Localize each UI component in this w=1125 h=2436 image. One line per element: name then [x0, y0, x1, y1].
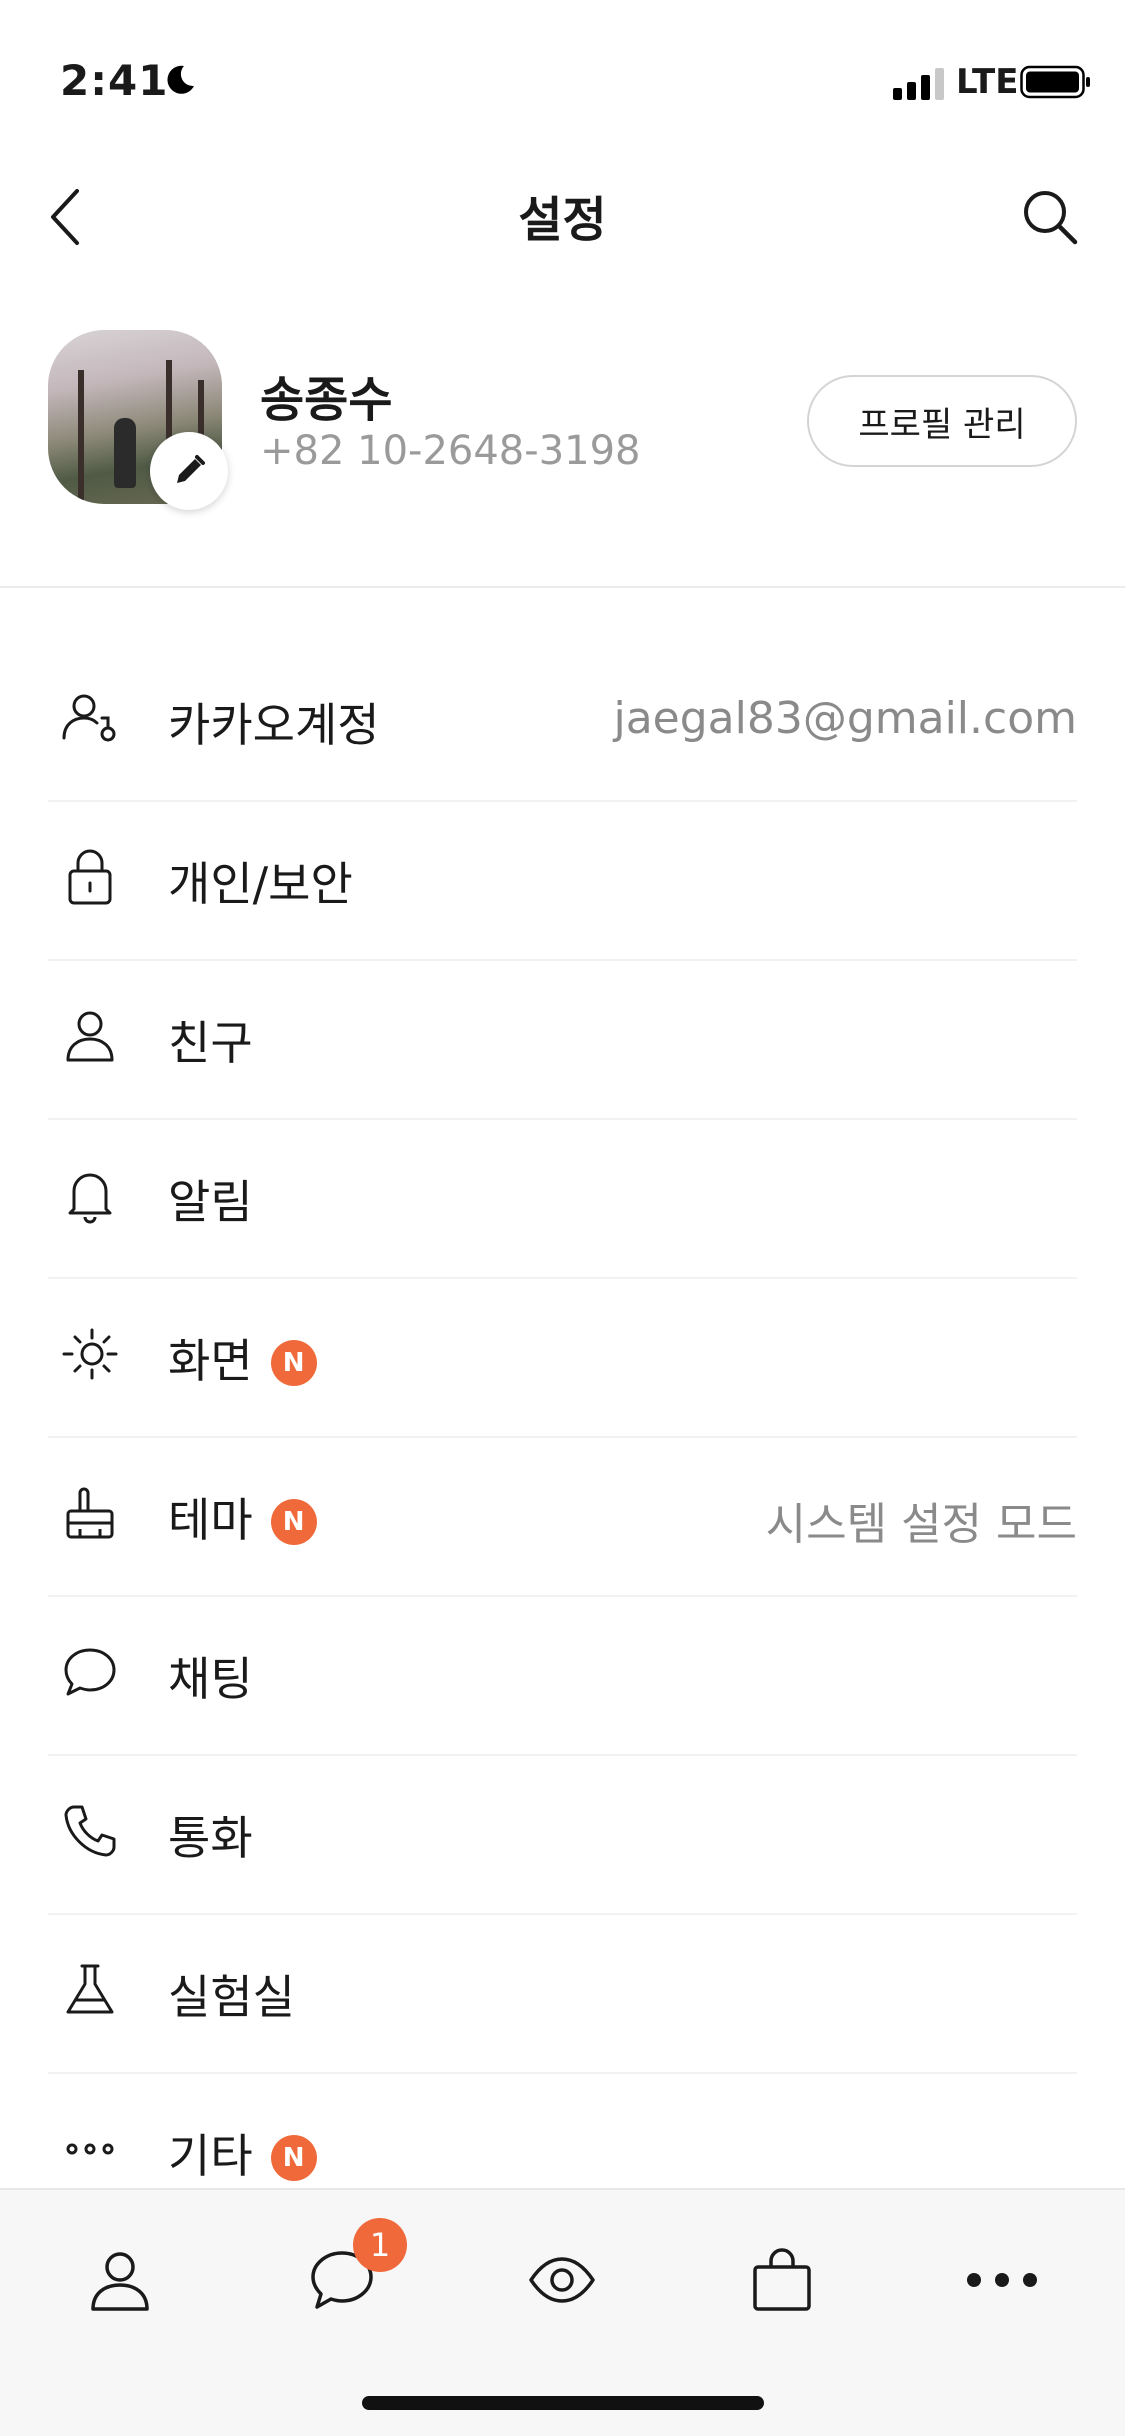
setting-label: 통화	[168, 1811, 253, 1865]
setting-label: 알림	[168, 1175, 253, 1229]
battery-icon	[1020, 65, 1090, 99]
home-indicator	[362, 2396, 764, 2410]
new-badge: N	[270, 2135, 317, 2181]
setting-label-text: 화면	[168, 1334, 253, 1388]
phone-icon	[64, 1805, 116, 1857]
new-badge: N	[270, 1499, 317, 1545]
unread-badge: 1	[353, 2218, 407, 2272]
setting-label: 기타 N	[168, 2120, 317, 2186]
flask-icon	[66, 1964, 114, 2014]
setting-label: 테마 N	[168, 1484, 317, 1550]
search-button[interactable]	[1015, 182, 1085, 252]
new-badge: N	[270, 1340, 317, 1386]
account-icon	[62, 694, 116, 742]
setting-value: 시스템 설정 모드	[765, 1499, 1077, 1550]
moon-icon	[167, 65, 194, 94]
shopping-tab-icon	[753, 2248, 811, 2311]
theme-icon	[66, 1487, 114, 1539]
view-tab-icon	[529, 2257, 595, 2303]
more-icon	[66, 2143, 114, 2155]
status-time: 2:41	[60, 56, 169, 105]
setting-item-friends[interactable]: 친구	[0, 961, 1125, 1120]
page-title: 설정	[518, 192, 607, 248]
setting-label: 실험실	[168, 1970, 295, 2024]
profile-section: 송종수 +82 10-2648-3198 프로필 관리	[0, 320, 1125, 510]
signal-icon	[893, 68, 944, 100]
setting-item-theme[interactable]: 테마 N 시스템 설정 모드	[0, 1438, 1125, 1597]
person-icon	[66, 1011, 114, 1062]
chat-bubble-icon	[64, 1648, 116, 1696]
settings-list: 카카오계정 jaegal83@gmail.com 개인/보안 친구 알림 화면 …	[0, 643, 1125, 2233]
setting-item-chat[interactable]: 채팅	[0, 1597, 1125, 1756]
header: 설정	[0, 160, 1125, 270]
setting-label: 화면 N	[168, 1325, 317, 1391]
setting-label-text: 기타	[168, 2129, 253, 2183]
network-label: LTE	[956, 62, 1019, 102]
friends-tab-icon	[91, 2252, 149, 2311]
setting-label: 채팅	[168, 1652, 253, 1706]
setting-item-display[interactable]: 화면 N	[0, 1279, 1125, 1438]
profile-phone: +82 10-2648-3198	[260, 428, 641, 474]
more-tab-icon	[967, 2273, 1037, 2287]
tab-more[interactable]	[952, 2230, 1052, 2330]
profile-name: 송종수	[260, 372, 393, 428]
setting-item-calls[interactable]: 통화	[0, 1756, 1125, 1915]
brightness-icon	[62, 1328, 118, 1380]
divider	[0, 586, 1125, 588]
setting-value: jaegal83@gmail.com	[613, 693, 1077, 744]
pencil-icon	[177, 455, 205, 483]
lock-icon	[68, 849, 112, 905]
setting-item-notifications[interactable]: 알림	[0, 1120, 1125, 1279]
setting-label: 개인/보안	[168, 857, 353, 911]
status-bar: 2:41 LTE	[0, 0, 1125, 140]
setting-item-privacy[interactable]: 개인/보안	[0, 802, 1125, 961]
profile-manage-button[interactable]: 프로필 관리	[807, 375, 1077, 467]
tab-friends[interactable]	[70, 2230, 170, 2330]
setting-item-account[interactable]: 카카오계정 jaegal83@gmail.com	[0, 643, 1125, 802]
bell-icon	[68, 1173, 112, 1224]
setting-label-text: 테마	[168, 1493, 253, 1547]
setting-label: 카카오계정	[168, 698, 380, 752]
tab-shopping[interactable]	[732, 2230, 832, 2330]
setting-item-lab[interactable]: 실험실	[0, 1915, 1125, 2074]
search-icon	[1024, 191, 1078, 245]
edit-profile-button[interactable]	[150, 432, 228, 510]
setting-label: 친구	[168, 1016, 253, 1070]
tab-view[interactable]	[512, 2230, 612, 2330]
